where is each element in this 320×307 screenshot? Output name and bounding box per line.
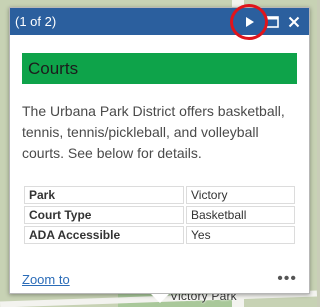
attribute-key: ADA Accessible (24, 226, 184, 244)
more-options-button[interactable]: ••• (277, 271, 297, 287)
popup-footer: Zoom to ••• (22, 271, 297, 287)
pager-text: (1 of 2) (15, 14, 57, 29)
table-row: Park Victory (24, 186, 295, 204)
attribute-key: Court Type (24, 206, 184, 224)
popup-description: The Urbana Park District offers basketba… (22, 103, 285, 161)
attribute-value: Victory (186, 186, 295, 204)
maximize-icon (265, 15, 279, 28)
close-icon (288, 16, 300, 27)
close-button[interactable] (285, 13, 303, 31)
feature-popup: (1 of 2) Courts The Urbana Park District… (9, 3, 310, 294)
popup-title-bar: Courts (22, 53, 297, 84)
popup-header: (1 of 2) (10, 3, 309, 40)
next-feature-button[interactable] (230, 3, 268, 40)
play-icon (246, 16, 254, 27)
zoom-to-link[interactable]: Zoom to (22, 272, 70, 287)
popup-pointer (151, 294, 169, 303)
popup-body: Courts The Urbana Park District offers b… (10, 53, 309, 246)
attribute-table: Park Victory Court Type Basketball ADA A… (22, 184, 297, 246)
attribute-value: Basketball (186, 206, 295, 224)
attribute-value: Yes (186, 226, 295, 244)
attribute-key: Park (24, 186, 184, 204)
popup-title: Courts (28, 58, 79, 78)
dock-button[interactable] (263, 13, 281, 31)
table-row: Court Type Basketball (24, 206, 295, 224)
table-row: ADA Accessible Yes (24, 226, 295, 244)
